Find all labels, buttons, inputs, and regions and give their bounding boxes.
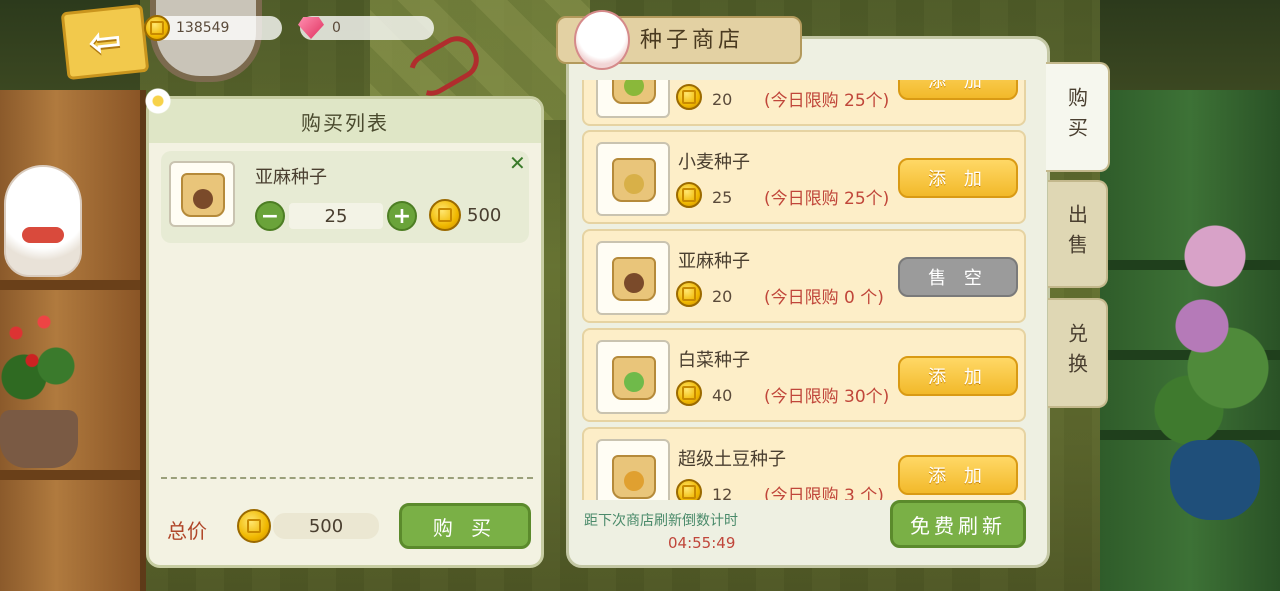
lucky-cat-icon: [574, 10, 630, 70]
shop-item-price: 20: [712, 90, 733, 109]
quantity-increase-button[interactable]: +: [387, 201, 417, 231]
free-refresh-button[interactable]: 免费刷新: [890, 500, 1026, 548]
gold-amount: 138549: [176, 20, 230, 36]
shop-item-row: 白菜种子 40 (今日限购 30个) 添 加: [582, 328, 1026, 422]
tab-sell[interactable]: 出售: [1048, 180, 1108, 288]
flower-pot-decoration: [0, 410, 78, 468]
flower-decoration-icon: [138, 86, 178, 116]
flower-plant-decoration: [0, 300, 80, 410]
buy-button[interactable]: 购 买: [399, 503, 531, 549]
gem-counter: 0: [298, 16, 434, 40]
gold-coin-icon: [676, 182, 702, 208]
add-button[interactable]: 添 加: [898, 80, 1018, 100]
shop-item-row: 超级土豆种子 12 (今日限购 3 个) 添 加: [582, 427, 1026, 500]
seed-bag-icon: [596, 142, 670, 216]
quantity-decrease-button[interactable]: −: [255, 201, 285, 231]
shop-item-price: 40: [712, 386, 733, 405]
sold-out-button: 售 空: [898, 257, 1018, 297]
cart-item: 亚麻种子 ✕ − 25 + 500: [161, 151, 529, 243]
seed-bag-icon: [169, 161, 235, 227]
shop-item-limit: (今日限购 30个): [764, 387, 890, 407]
shop-item-row: 小麦种子 25 (今日限购 25个) 添 加: [582, 130, 1026, 224]
gold-coin-icon: [237, 509, 271, 543]
gold-coin-icon: [676, 479, 702, 500]
quantity-value[interactable]: 25: [289, 203, 383, 229]
seed-bag-icon: [596, 340, 670, 414]
shop-item-row: 20 (今日限购 25个) 添 加: [582, 80, 1026, 126]
seed-bag-icon: [596, 80, 670, 118]
back-arrow-icon: ⇦: [85, 17, 125, 67]
remove-item-icon[interactable]: ✕: [509, 151, 529, 175]
cart-item-price: 500: [467, 205, 502, 226]
gold-coin-icon: [676, 380, 702, 406]
shop-item-limit: (今日限购 0 个): [764, 288, 884, 308]
back-button[interactable]: ⇦: [60, 3, 150, 81]
shop-item-limit: (今日限购 25个): [764, 91, 890, 111]
gold-coin-icon: [144, 15, 170, 41]
total-label: 总价: [167, 519, 207, 543]
tab-exchange[interactable]: 兑换: [1048, 298, 1108, 408]
gold-counter: 138549: [144, 15, 282, 41]
refresh-countdown-timer: 04:55:49: [668, 534, 736, 552]
shop-item-name: 超级土豆种子: [678, 449, 786, 470]
divider: [161, 477, 533, 483]
total-price: 500: [273, 513, 379, 539]
shop-item-name: 亚麻种子: [678, 251, 750, 272]
gold-coin-icon: [676, 84, 702, 110]
cart-item-name: 亚麻种子: [255, 167, 327, 188]
tab-buy[interactable]: 购买: [1046, 62, 1110, 172]
gem-amount: 0: [332, 20, 341, 36]
purchase-list-title: 购买列表: [149, 99, 541, 143]
shop-item-name: 小麦种子: [678, 152, 750, 173]
shelf-board: [0, 470, 140, 480]
shop-item-price: 12: [712, 485, 733, 500]
shop-item-name: 白菜种子: [678, 350, 750, 371]
shop-item-row: 亚麻种子 20 (今日限购 0 个) 售 空: [582, 229, 1026, 323]
seed-bag-icon: [596, 241, 670, 315]
purchase-list-panel: 购买列表 亚麻种子 ✕ − 25 + 500 总价 500 购 买: [146, 96, 544, 568]
gold-coin-icon: [676, 281, 702, 307]
lavender-plant-decoration: [1150, 200, 1280, 480]
shop-item-limit: (今日限购 3 个): [764, 486, 884, 500]
add-button[interactable]: 添 加: [898, 455, 1018, 495]
shop-title: 种子商店: [640, 28, 745, 53]
refresh-countdown-label: 距下次商店刷新倒数计时: [584, 513, 738, 529]
shop-item-price: 20: [712, 287, 733, 306]
blue-vase-decoration: [1170, 440, 1260, 520]
gold-coin-icon: [429, 199, 461, 231]
shop-item-price: 25: [712, 188, 733, 207]
shelf-board: [0, 280, 140, 290]
shop-item-limit: (今日限购 25个): [764, 189, 890, 209]
add-button[interactable]: 添 加: [898, 158, 1018, 198]
gem-icon: [298, 17, 324, 39]
shop-item-list[interactable]: 20 (今日限购 25个) 添 加 小麦种子 25 (今日限购 25个) 添 加…: [580, 80, 1028, 500]
seed-bag-icon: [596, 439, 670, 500]
lucky-cat-figurine: [4, 165, 82, 277]
add-button[interactable]: 添 加: [898, 356, 1018, 396]
